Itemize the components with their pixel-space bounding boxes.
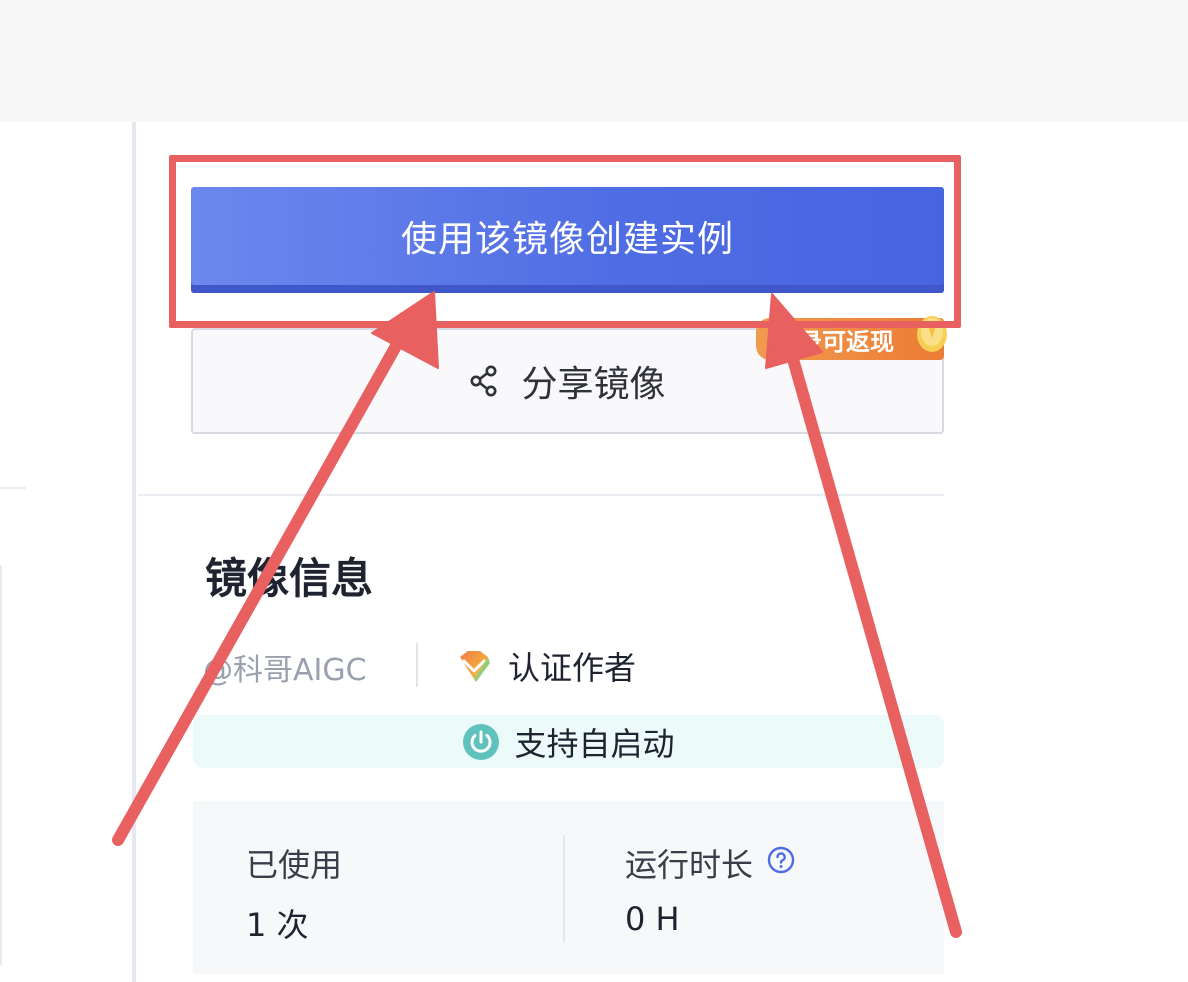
used-count-value: 1 次 [246,906,309,944]
usage-stats-card [193,801,944,974]
create-instance-button[interactable]: 使用该镜像创建实例 [191,187,944,293]
diamond-badge-icon [454,649,494,683]
left-edge-border [0,565,2,965]
runtime-value: 0 H [625,900,680,938]
meta-separator [416,643,418,687]
section-divider [138,494,944,496]
power-icon [462,723,500,761]
left-divider [0,487,26,489]
top-bar [0,0,1188,122]
question-circle-icon[interactable] [767,846,795,874]
author-name[interactable]: @科哥AIGC [203,645,367,689]
autostart-support-banner: 支持自启动 [193,715,944,768]
promo-badge-label: 录可返现 [798,327,894,356]
panel-left-border [132,122,136,982]
stats-divider [563,835,565,943]
share-image-label: 分享镜像 [521,364,666,405]
autostart-label: 支持自启动 [514,724,675,763]
verified-author-label: 认证作者 [508,649,637,687]
coin-icon [912,312,948,354]
runtime-label: 运行时长 [625,846,754,884]
verified-author-badge: 认证作者 [454,643,636,689]
image-info-title: 镜像信息 [205,554,374,603]
create-instance-label: 使用该镜像创建实例 [400,218,734,259]
used-count-label: 已使用 [246,846,343,884]
share-icon [469,365,499,397]
